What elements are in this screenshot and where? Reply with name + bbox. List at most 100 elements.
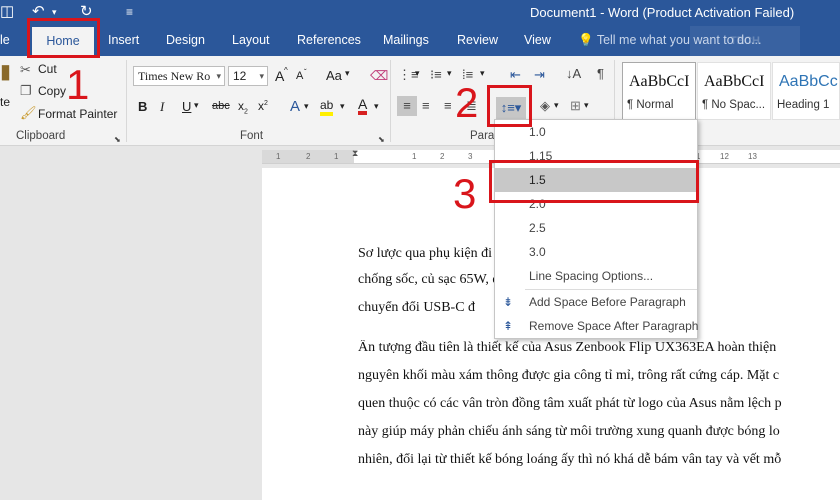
- cut-button[interactable]: Cut: [38, 62, 57, 76]
- document-line: nguyên khối màu xám thông được gia công …: [358, 368, 780, 383]
- style-name: ¶ No Spac...: [702, 99, 766, 111]
- document-line: này giúp máy phản chiếu ánh sáng từ môi …: [358, 424, 780, 439]
- style-heading-1[interactable]: AaBbCc Heading 1: [772, 62, 840, 120]
- add-space-icon: ⇟: [503, 295, 514, 309]
- tab-design[interactable]: Design: [166, 33, 205, 47]
- shrink-font-button[interactable]: A: [296, 70, 303, 82]
- align-center-icon[interactable]: ≡: [422, 98, 430, 114]
- line-spacing-options[interactable]: Line Spacing Options...: [495, 264, 697, 288]
- chevron-down-icon[interactable]: ▾: [374, 101, 379, 112]
- tell-me-box[interactable]: 💡 Tell me what you want to do...: [578, 33, 762, 48]
- tab-insert[interactable]: Insert: [108, 33, 139, 47]
- align-left-icon[interactable]: ≡: [397, 96, 417, 116]
- font-launcher-icon[interactable]: ⬊: [378, 132, 385, 148]
- clipboard-launcher-icon[interactable]: ⬊: [114, 132, 121, 148]
- tab-mailings[interactable]: Mailings: [383, 33, 429, 47]
- grow-font-button[interactable]: A: [275, 68, 284, 84]
- superscript-button[interactable]: x2: [258, 99, 268, 113]
- chevron-down-icon[interactable]: ▾: [480, 68, 485, 79]
- paste-button-label[interactable]: te: [0, 95, 10, 109]
- font-color-button[interactable]: A: [358, 97, 368, 115]
- text-effects-button[interactable]: A: [290, 98, 300, 115]
- title-bar: ◫ ↶ ▾ ↻ ≡ Document1 - Word (Product Acti…: [0, 0, 840, 26]
- font-size-value: 12: [233, 69, 247, 83]
- format-painter-icon: 🖌: [20, 105, 37, 120]
- subscript-button[interactable]: x2: [238, 99, 248, 115]
- cut-icon: ✂: [20, 62, 31, 77]
- document-line: nhiên, đổi lại từ thiết kế bóng loáng ấy…: [358, 452, 782, 467]
- shading-icon[interactable]: ◈: [540, 98, 550, 114]
- font-size-select[interactable]: 12 ▾: [228, 66, 268, 86]
- chevron-down-icon[interactable]: ▾: [415, 68, 420, 79]
- ribbon: te ▮ ✂ Cut ❐ Copy 🖌 Format Painter Clipb…: [0, 56, 840, 146]
- annotation-box-line-spacing: [487, 85, 532, 127]
- annotation-number-1: 1: [66, 61, 90, 108]
- chevron-down-icon[interactable]: ▾: [584, 100, 589, 111]
- copy-button[interactable]: Copy: [38, 84, 66, 98]
- font-group-label: Font: [240, 130, 264, 142]
- ribbon-tabs: le Insert Design Layout References Maili…: [0, 26, 840, 56]
- style-sample: AaBbCcI: [629, 73, 690, 90]
- annotation-box-home: [27, 18, 100, 58]
- align-right-icon[interactable]: ≡: [444, 98, 452, 114]
- remove-space-icon: ⇞: [503, 319, 514, 333]
- chevron-down-icon[interactable]: ▾: [345, 68, 350, 79]
- font-family-select[interactable]: Times New Ro ▾: [133, 66, 225, 86]
- window-title: Document1 - Word (Product Activation Fai…: [530, 5, 795, 20]
- ruler-tick: 3: [468, 152, 473, 161]
- annotation-number-3: 3: [453, 170, 477, 217]
- spacing-option-3-0[interactable]: 3.0: [495, 240, 697, 264]
- style-normal[interactable]: AaBbCcI ¶ Normal: [622, 62, 696, 120]
- style-sample: AaBbCc: [779, 73, 838, 90]
- style-name: ¶ Normal: [627, 99, 674, 111]
- customize-icon[interactable]: ≡: [126, 2, 133, 22]
- style-sample: AaBbCcI: [704, 73, 765, 90]
- copy-icon: ❐: [20, 83, 32, 98]
- borders-icon[interactable]: ⊞: [570, 98, 581, 114]
- tab-view[interactable]: View: [524, 33, 551, 47]
- increase-indent-icon[interactable]: ⇥: [534, 67, 545, 83]
- remove-space-after[interactable]: ⇞ Remove Space After Paragraph: [495, 314, 699, 338]
- shrink-arrow-icon: ˇ: [304, 68, 307, 77]
- bold-button[interactable]: B: [138, 99, 147, 114]
- workspace-margin: [0, 147, 262, 500]
- clear-formatting-icon[interactable]: ⌫: [370, 68, 388, 84]
- underline-button[interactable]: U: [182, 99, 191, 114]
- highlight-button[interactable]: ab: [320, 98, 334, 116]
- chevron-down-icon[interactable]: ▾: [554, 100, 559, 111]
- line-spacing-menu: 1.0 1.15 1.5 2.0 2.5 3.0 Line Spacing Op…: [494, 119, 698, 339]
- spacing-option-2-5[interactable]: 2.5: [495, 216, 697, 240]
- strikethrough-button[interactable]: abc: [212, 100, 230, 112]
- tab-file[interactable]: le: [0, 33, 10, 47]
- group-divider: [390, 60, 391, 142]
- remove-space-after-label: Remove Space After Paragraph: [529, 319, 699, 333]
- document-line: Ấn tượng đầu tiên là thiết kế của Asus Z…: [358, 340, 777, 355]
- annotation-box-1-5: [489, 160, 699, 203]
- format-painter-button[interactable]: Format Painter: [38, 107, 117, 121]
- font-family-value: Times New Ro: [138, 69, 211, 83]
- tab-layout[interactable]: Layout: [232, 33, 270, 47]
- group-divider: [126, 60, 127, 142]
- ruler-tick: 2: [440, 152, 445, 161]
- chevron-down-icon: ▾: [216, 71, 221, 81]
- chevron-down-icon: ▾: [259, 71, 264, 81]
- change-case-button[interactable]: Aa: [326, 68, 342, 83]
- chevron-down-icon[interactable]: ▾: [304, 101, 309, 112]
- decrease-indent-icon[interactable]: ⇤: [510, 67, 521, 83]
- chevron-down-icon[interactable]: ▾: [447, 68, 452, 79]
- chevron-down-icon[interactable]: ▾: [194, 100, 199, 111]
- show-formatting-icon[interactable]: ¶: [597, 66, 604, 82]
- ruler-tick: 12: [720, 152, 729, 161]
- indent-marker-icon[interactable]: ⧗: [352, 148, 358, 159]
- style-no-spacing[interactable]: AaBbCcI ¶ No Spac...: [697, 62, 771, 120]
- chevron-down-icon[interactable]: ▾: [340, 101, 345, 112]
- tab-review[interactable]: Review: [457, 33, 498, 47]
- save-icon[interactable]: ◫: [0, 2, 14, 22]
- paste-icon[interactable]: ▮: [0, 62, 11, 82]
- ruler-tick: 13: [748, 152, 757, 161]
- italic-button[interactable]: I: [160, 99, 164, 115]
- sort-icon[interactable]: ↓A: [566, 66, 581, 82]
- add-space-before[interactable]: ⇟ Add Space Before Paragraph: [495, 290, 697, 314]
- numbering-icon[interactable]: ⁝≡: [430, 67, 442, 83]
- tab-references[interactable]: References: [297, 33, 361, 47]
